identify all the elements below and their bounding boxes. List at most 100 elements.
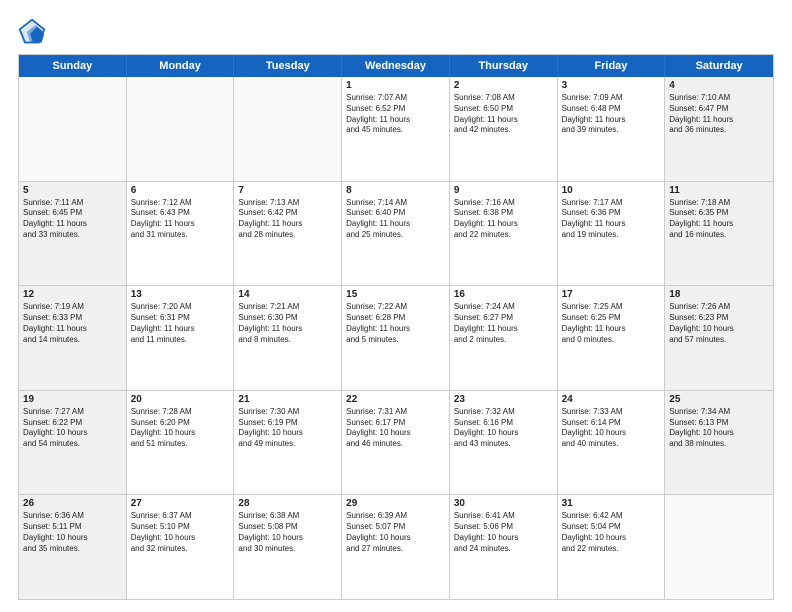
cell-text: Sunrise: 7:26 AMSunset: 6:23 PMDaylight:… bbox=[669, 302, 769, 345]
cell-text: Sunrise: 7:08 AMSunset: 6:50 PMDaylight:… bbox=[454, 93, 553, 136]
calendar-cell-5-5: 30 Sunrise: 6:41 AMSunset: 5:06 PMDayligh… bbox=[450, 495, 558, 599]
cell-text: Sunrise: 7:20 AMSunset: 6:31 PMDaylight:… bbox=[131, 302, 230, 345]
calendar-cell-4-3: 21 Sunrise: 7:30 AMSunset: 6:19 PMDayligh… bbox=[234, 391, 342, 495]
calendar-cell-1-6: 3Sunrise: 7:09 AMSunset: 6:48 PMDaylight… bbox=[558, 77, 666, 181]
calendar-cell-5-6: 31 Sunrise: 6:42 AMSunset: 5:04 PMDayligh… bbox=[558, 495, 666, 599]
day-number: 31 bbox=[562, 498, 661, 509]
day-number: 18 bbox=[669, 289, 769, 300]
calendar-cell-5-3: 28 Sunrise: 6:38 AMSunset: 5:08 PMDayligh… bbox=[234, 495, 342, 599]
calendar-cell-2-7: 11 Sunrise: 7:18 AMSunset: 6:35 PMDayligh… bbox=[665, 182, 773, 286]
cell-text: Sunrise: 7:18 AMSunset: 6:35 PMDaylight:… bbox=[669, 198, 769, 241]
calendar-cell-4-2: 20 Sunrise: 7:28 AMSunset: 6:20 PMDayligh… bbox=[127, 391, 235, 495]
calendar-cell-3-4: 15 Sunrise: 7:22 AMSunset: 6:28 PMDayligh… bbox=[342, 286, 450, 390]
calendar-cell-2-1: 5 Sunrise: 7:11 AMSunset: 6:45 PMDaylight… bbox=[19, 182, 127, 286]
header-day-tuesday: Tuesday bbox=[234, 55, 342, 77]
cell-text: Sunrise: 7:13 AMSunset: 6:42 PMDaylight:… bbox=[238, 198, 337, 241]
day-number: 21 bbox=[238, 394, 337, 405]
cell-text: Sunrise: 7:11 AMSunset: 6:45 PMDaylight:… bbox=[23, 198, 122, 241]
day-number: 12 bbox=[23, 289, 122, 300]
day-number: 26 bbox=[23, 498, 122, 509]
calendar-row-2: 5 Sunrise: 7:11 AMSunset: 6:45 PMDaylight… bbox=[19, 181, 773, 286]
cell-text: Sunrise: 7:30 AMSunset: 6:19 PMDaylight:… bbox=[238, 407, 337, 450]
header-day-wednesday: Wednesday bbox=[342, 55, 450, 77]
header-day-thursday: Thursday bbox=[450, 55, 558, 77]
calendar-cell-2-5: 9 Sunrise: 7:16 AMSunset: 6:38 PMDaylight… bbox=[450, 182, 558, 286]
cell-text: Sunrise: 7:12 AMSunset: 6:43 PMDaylight:… bbox=[131, 198, 230, 241]
calendar-cell-5-4: 29 Sunrise: 6:39 AMSunset: 5:07 PMDayligh… bbox=[342, 495, 450, 599]
calendar-cell-3-3: 14 Sunrise: 7:21 AMSunset: 6:30 PMDayligh… bbox=[234, 286, 342, 390]
calendar-cell-1-7: 4 Sunrise: 7:10 AMSunset: 6:47 PMDaylight… bbox=[665, 77, 773, 181]
calendar: SundayMondayTuesdayWednesdayThursdayFrid… bbox=[18, 54, 774, 600]
day-number: 5 bbox=[23, 185, 122, 196]
cell-text: Sunrise: 7:24 AMSunset: 6:27 PMDaylight:… bbox=[454, 302, 553, 345]
cell-text: Sunrise: 7:10 AMSunset: 6:47 PMDaylight:… bbox=[669, 93, 769, 136]
calendar-cell-3-7: 18 Sunrise: 7:26 AMSunset: 6:23 PMDayligh… bbox=[665, 286, 773, 390]
calendar-cell-1-3 bbox=[234, 77, 342, 181]
calendar-cell-1-5: 2 Sunrise: 7:08 AMSunset: 6:50 PMDaylight… bbox=[450, 77, 558, 181]
calendar-cell-5-7 bbox=[665, 495, 773, 599]
cell-text: Sunrise: 7:16 AMSunset: 6:38 PMDaylight:… bbox=[454, 198, 553, 241]
day-number: 10 bbox=[562, 185, 661, 196]
day-number: 29 bbox=[346, 498, 445, 509]
calendar-row-3: 12 Sunrise: 7:19 AMSunset: 6:33 PMDayligh… bbox=[19, 285, 773, 390]
cell-text: Sunrise: 6:41 AMSunset: 5:06 PMDaylight:… bbox=[454, 511, 553, 554]
calendar-cell-1-2 bbox=[127, 77, 235, 181]
cell-text: Sunrise: 7:31 AMSunset: 6:17 PMDaylight:… bbox=[346, 407, 445, 450]
header-day-monday: Monday bbox=[127, 55, 235, 77]
day-number: 15 bbox=[346, 289, 445, 300]
cell-text: Sunrise: 6:36 AMSunset: 5:11 PMDaylight:… bbox=[23, 511, 122, 554]
day-number: 22 bbox=[346, 394, 445, 405]
day-number: 23 bbox=[454, 394, 553, 405]
cell-text: Sunrise: 6:42 AMSunset: 5:04 PMDaylight:… bbox=[562, 511, 661, 554]
day-number: 20 bbox=[131, 394, 230, 405]
day-number: 28 bbox=[238, 498, 337, 509]
cell-text: Sunrise: 6:38 AMSunset: 5:08 PMDaylight:… bbox=[238, 511, 337, 554]
calendar-cell-4-5: 23 Sunrise: 7:32 AMSunset: 6:16 PMDayligh… bbox=[450, 391, 558, 495]
day-number: 6 bbox=[131, 185, 230, 196]
day-number: 8 bbox=[346, 185, 445, 196]
day-number: 14 bbox=[238, 289, 337, 300]
calendar-cell-5-1: 26 Sunrise: 6:36 AMSunset: 5:11 PMDayligh… bbox=[19, 495, 127, 599]
cell-text: Sunrise: 7:32 AMSunset: 6:16 PMDaylight:… bbox=[454, 407, 553, 450]
day-number: 9 bbox=[454, 185, 553, 196]
calendar-cell-3-1: 12 Sunrise: 7:19 AMSunset: 6:33 PMDayligh… bbox=[19, 286, 127, 390]
calendar-row-1: 1Sunrise: 7:07 AMSunset: 6:52 PMDaylight… bbox=[19, 77, 773, 181]
calendar-cell-1-4: 1Sunrise: 7:07 AMSunset: 6:52 PMDaylight… bbox=[342, 77, 450, 181]
day-number: 1 bbox=[346, 80, 445, 91]
calendar-cell-4-4: 22 Sunrise: 7:31 AMSunset: 6:17 PMDayligh… bbox=[342, 391, 450, 495]
calendar-cell-3-5: 16 Sunrise: 7:24 AMSunset: 6:27 PMDayligh… bbox=[450, 286, 558, 390]
calendar-cell-2-2: 6 Sunrise: 7:12 AMSunset: 6:43 PMDaylight… bbox=[127, 182, 235, 286]
day-number: 19 bbox=[23, 394, 122, 405]
header-day-saturday: Saturday bbox=[665, 55, 773, 77]
cell-text: Sunrise: 7:21 AMSunset: 6:30 PMDaylight:… bbox=[238, 302, 337, 345]
cell-text: Sunrise: 6:39 AMSunset: 5:07 PMDaylight:… bbox=[346, 511, 445, 554]
cell-text: Sunrise: 7:22 AMSunset: 6:28 PMDaylight:… bbox=[346, 302, 445, 345]
day-number: 2 bbox=[454, 80, 553, 91]
calendar-row-5: 26 Sunrise: 6:36 AMSunset: 5:11 PMDayligh… bbox=[19, 494, 773, 599]
cell-text: Sunrise: 7:27 AMSunset: 6:22 PMDaylight:… bbox=[23, 407, 122, 450]
cell-text: Sunrise: 7:19 AMSunset: 6:33 PMDaylight:… bbox=[23, 302, 122, 345]
calendar-cell-3-6: 17Sunrise: 7:25 AMSunset: 6:25 PMDayligh… bbox=[558, 286, 666, 390]
calendar-cell-3-2: 13Sunrise: 7:20 AMSunset: 6:31 PMDayligh… bbox=[127, 286, 235, 390]
day-number: 17 bbox=[562, 289, 661, 300]
calendar-row-4: 19 Sunrise: 7:27 AMSunset: 6:22 PMDayligh… bbox=[19, 390, 773, 495]
page: SundayMondayTuesdayWednesdayThursdayFrid… bbox=[0, 0, 792, 612]
day-number: 4 bbox=[669, 80, 769, 91]
logo bbox=[18, 18, 50, 46]
cell-text: Sunrise: 7:34 AMSunset: 6:13 PMDaylight:… bbox=[669, 407, 769, 450]
calendar-cell-2-3: 7 Sunrise: 7:13 AMSunset: 6:42 PMDaylight… bbox=[234, 182, 342, 286]
day-number: 30 bbox=[454, 498, 553, 509]
day-number: 16 bbox=[454, 289, 553, 300]
cell-text: Sunrise: 7:28 AMSunset: 6:20 PMDaylight:… bbox=[131, 407, 230, 450]
day-number: 27 bbox=[131, 498, 230, 509]
day-number: 7 bbox=[238, 185, 337, 196]
calendar-cell-4-1: 19 Sunrise: 7:27 AMSunset: 6:22 PMDayligh… bbox=[19, 391, 127, 495]
header-day-sunday: Sunday bbox=[19, 55, 127, 77]
day-number: 25 bbox=[669, 394, 769, 405]
day-number: 11 bbox=[669, 185, 769, 196]
cell-text: Sunrise: 6:37 AMSunset: 5:10 PMDaylight:… bbox=[131, 511, 230, 554]
cell-text: Sunrise: 7:14 AMSunset: 6:40 PMDaylight:… bbox=[346, 198, 445, 241]
day-number: 24 bbox=[562, 394, 661, 405]
calendar-cell-1-1 bbox=[19, 77, 127, 181]
calendar-cell-2-4: 8 Sunrise: 7:14 AMSunset: 6:40 PMDaylight… bbox=[342, 182, 450, 286]
